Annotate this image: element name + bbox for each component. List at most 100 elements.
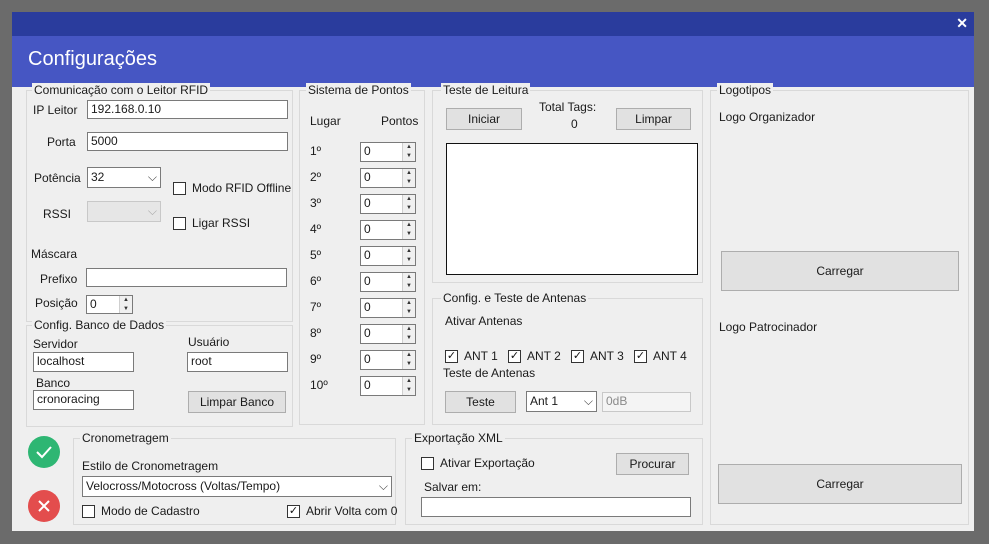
dialog-header: Configurações — [12, 36, 974, 87]
open-lap-checkbox[interactable]: ✓ Abrir Volta com 0 — [287, 504, 397, 518]
spin-buttons[interactable]: ▲ ▼ — [402, 299, 415, 317]
spin-buttons[interactable]: ▲ ▼ — [402, 247, 415, 265]
save-to-label: Salvar em: — [424, 480, 482, 494]
points-stepper[interactable]: 0 ▲ ▼ — [360, 324, 416, 344]
clear-read-button[interactable]: Limpar — [616, 108, 691, 130]
points-stepper[interactable]: 0 ▲ ▼ — [360, 142, 416, 162]
up-arrow-icon[interactable]: ▲ — [403, 195, 415, 204]
spin-buttons[interactable]: ▲ ▼ — [402, 351, 415, 369]
points-stepper[interactable]: 0 ▲ ▼ — [360, 350, 416, 370]
confirm-button[interactable] — [28, 436, 60, 468]
up-arrow-icon[interactable]: ▲ — [403, 351, 415, 360]
close-icon[interactable]: ✕ — [956, 15, 968, 31]
rfid-group: Comunicação com o Leitor RFID IP Leitor … — [26, 83, 293, 322]
organizer-load-button[interactable]: Carregar — [721, 251, 959, 291]
up-arrow-icon[interactable]: ▲ — [403, 377, 415, 386]
points-stepper[interactable]: 0 ▲ ▼ — [360, 298, 416, 318]
ip-input[interactable]: 192.168.0.10 — [87, 100, 288, 119]
register-mode-checkbox[interactable]: Modo de Cadastro — [82, 504, 200, 518]
sponsor-load-button[interactable]: Carregar — [718, 464, 962, 504]
points-stepper[interactable]: 0 ▲ ▼ — [360, 194, 416, 214]
up-arrow-icon[interactable]: ▲ — [120, 296, 132, 305]
down-arrow-icon[interactable]: ▼ — [403, 282, 415, 291]
power-select-value: 32 — [91, 170, 105, 184]
points-stepper[interactable]: 0 ▲ ▼ — [360, 220, 416, 240]
points-stepper[interactable]: 0 ▲ ▼ — [360, 272, 416, 292]
up-arrow-icon[interactable]: ▲ — [403, 221, 415, 230]
bank-input[interactable]: cronoracing — [33, 390, 134, 410]
place-label: 5º — [310, 248, 322, 262]
points-value: 0 — [364, 144, 371, 158]
down-arrow-icon[interactable]: ▼ — [403, 386, 415, 395]
antenna-select[interactable]: Ant 1 ⌵ — [526, 391, 597, 412]
position-stepper[interactable]: 0 ▲ ▼ — [86, 295, 133, 314]
rssi-toggle-checkbox[interactable]: Ligar RSSI — [173, 216, 250, 230]
cancel-button[interactable] — [28, 490, 60, 522]
user-input[interactable]: root — [187, 352, 288, 372]
browse-button[interactable]: Procurar — [616, 453, 689, 475]
up-arrow-icon[interactable]: ▲ — [403, 247, 415, 256]
points-stepper[interactable]: 0 ▲ ▼ — [360, 168, 416, 188]
points-stepper[interactable]: 0 ▲ ▼ — [360, 246, 416, 266]
up-arrow-icon[interactable]: ▲ — [403, 273, 415, 282]
up-arrow-icon[interactable]: ▲ — [403, 299, 415, 308]
organizer-logo-label: Logo Organizador — [719, 110, 816, 124]
check-icon — [36, 446, 52, 459]
down-arrow-icon[interactable]: ▼ — [120, 305, 132, 314]
points-stepper[interactable]: 0 ▲ ▼ — [360, 376, 416, 396]
down-arrow-icon[interactable]: ▼ — [403, 308, 415, 317]
spin-buttons[interactable]: ▲ ▼ — [119, 296, 132, 313]
up-arrow-icon[interactable]: ▲ — [403, 143, 415, 152]
antenna-checkbox[interactable]: ✓ ANT 3 — [571, 349, 624, 363]
tag-list[interactable] — [446, 143, 698, 275]
down-arrow-icon[interactable]: ▼ — [403, 204, 415, 213]
spin-buttons[interactable]: ▲ ▼ — [402, 273, 415, 291]
spin-buttons[interactable]: ▲ ▼ — [402, 169, 415, 187]
checkbox-box: ✓ — [445, 349, 458, 363]
rssi-select[interactable]: ⌵ — [87, 201, 161, 222]
prefix-input[interactable] — [86, 268, 287, 287]
checkbox-box — [82, 504, 95, 518]
read-test-group-label: Teste de Leitura — [441, 83, 531, 97]
spin-buttons[interactable]: ▲ ▼ — [402, 195, 415, 213]
port-input[interactable]: 5000 — [87, 132, 288, 151]
timing-style-value: Velocross/Motocross (Voltas/Tempo) — [86, 479, 281, 493]
antenna-checkbox[interactable]: ✓ ANT 1 — [445, 349, 498, 363]
down-arrow-icon[interactable]: ▼ — [403, 256, 415, 265]
checkbox-box: ✓ — [634, 349, 647, 363]
up-arrow-icon[interactable]: ▲ — [403, 169, 415, 178]
export-group: Exportação XML Ativar Exportação Procura… — [405, 431, 703, 525]
points-value: 0 — [364, 326, 371, 340]
start-button[interactable]: Iniciar — [446, 108, 522, 130]
down-arrow-icon[interactable]: ▼ — [403, 360, 415, 369]
rfid-group-label: Comunicação com o Leitor RFID — [32, 83, 211, 97]
database-group-label: Config. Banco de Dados — [32, 318, 167, 332]
down-arrow-icon[interactable]: ▼ — [403, 178, 415, 187]
antenna-checkbox[interactable]: ✓ ANT 2 — [508, 349, 561, 363]
save-path-input[interactable] — [421, 497, 691, 517]
timing-style-select[interactable]: Velocross/Motocross (Voltas/Tempo) ⌵ — [82, 476, 392, 497]
spin-buttons[interactable]: ▲ ▼ — [402, 143, 415, 161]
points-value: 0 — [364, 300, 371, 314]
down-arrow-icon[interactable]: ▼ — [403, 152, 415, 161]
export-group-label: Exportação XML — [412, 431, 505, 445]
rssi-label: RSSI — [43, 207, 72, 221]
spin-buttons[interactable]: ▲ ▼ — [402, 221, 415, 239]
spin-buttons[interactable]: ▲ ▼ — [402, 377, 415, 395]
down-arrow-icon[interactable]: ▼ — [403, 230, 415, 239]
place-label: 1º — [310, 144, 322, 158]
timing-group-label: Cronometragem — [80, 431, 171, 445]
power-select[interactable]: 32 ⌵ — [87, 167, 161, 188]
antenna-test-button[interactable]: Teste — [445, 391, 516, 413]
server-input[interactable]: localhost — [33, 352, 134, 372]
clear-database-button[interactable]: Limpar Banco — [188, 391, 286, 413]
spin-buttons[interactable]: ▲ ▼ — [402, 325, 415, 343]
offline-checkbox[interactable]: Modo RFID Offline — [173, 181, 291, 195]
logos-group: Logotipos Logo Organizador Carregar Logo… — [710, 83, 969, 525]
export-enable-checkbox[interactable]: Ativar Exportação — [421, 456, 535, 470]
down-arrow-icon[interactable]: ▼ — [403, 334, 415, 343]
antenna-checkbox[interactable]: ✓ ANT 4 — [634, 349, 687, 363]
chevron-down-icon: ⌵ — [583, 394, 593, 408]
up-arrow-icon[interactable]: ▲ — [403, 325, 415, 334]
points-value: 0 — [364, 196, 371, 210]
